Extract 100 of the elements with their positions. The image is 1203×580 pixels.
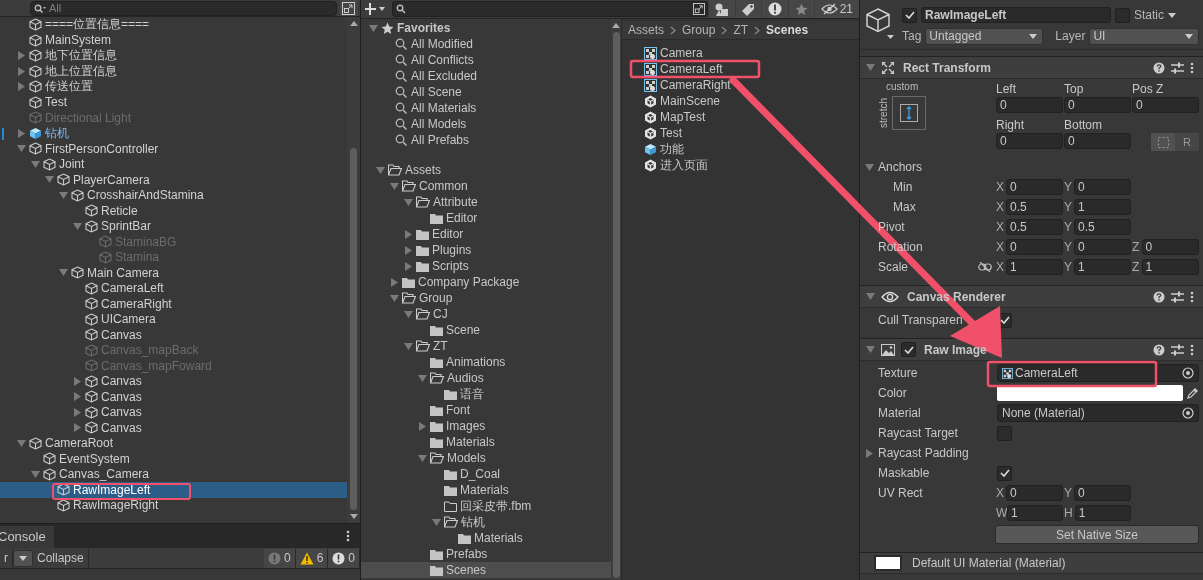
favorite-item[interactable]: All Prefabs [361,132,611,148]
folder-item[interactable]: Font [361,402,611,418]
asset-item[interactable]: 功能 [622,141,859,157]
asset-item[interactable]: CameraLeft [622,61,859,77]
scrollbar[interactable] [347,17,360,523]
favorite-item[interactable]: All Models [361,116,611,132]
number-field[interactable]: 1 [1074,199,1131,215]
number-field[interactable]: 1 [1006,259,1063,275]
eyedropper-icon[interactable] [1187,387,1199,399]
help-icon[interactable] [1153,61,1165,74]
folder-item[interactable]: Attribute [361,194,611,210]
hierarchy-item[interactable]: SprintBar [0,218,347,234]
more-icon[interactable] [346,530,350,542]
hierarchy-item[interactable]: 地上位置信息 [0,63,347,79]
layer-dropdown[interactable]: UI [1089,27,1199,45]
more-icon[interactable] [1190,290,1194,303]
asset-item[interactable]: MapTest [622,109,859,125]
folder-item[interactable]: Company Package [361,274,611,290]
folder-item[interactable]: 回采皮带.fbm [361,498,611,514]
folder-item[interactable]: Prefabs [361,546,611,562]
checkbox[interactable] [997,425,1012,441]
hierarchy-item[interactable]: RawImageRight [0,497,347,513]
folder-item[interactable]: Common [361,178,611,194]
clear-options-button[interactable] [13,549,33,567]
number-field[interactable]: 0 [996,133,1063,149]
folder-item[interactable]: Materials [361,530,611,546]
hierarchy-item[interactable]: CameraLeft [0,280,347,296]
asset-item[interactable]: Test [622,125,859,141]
folder-item[interactable]: Materials [361,482,611,498]
warning-filter-icon[interactable] [761,0,788,18]
number-field[interactable]: 0 [1074,485,1131,501]
number-field[interactable]: 0 [1064,133,1131,149]
presets-icon[interactable] [1171,343,1184,356]
favorite-item[interactable]: All Materials [361,100,611,116]
favorite-item[interactable]: All Modified [361,36,611,52]
folder-item[interactable]: Editor [361,210,611,226]
anchor-preset-button[interactable] [892,96,926,130]
blueprint-mode-button[interactable] [1151,133,1175,151]
breadcrumb-link[interactable]: ZT [733,23,749,37]
hierarchy-item[interactable]: CameraRight [0,296,347,312]
label-icon[interactable] [735,0,761,18]
name-field[interactable]: RawImageLeft [921,7,1111,23]
number-field[interactable]: 0 [1006,179,1063,195]
more-icon[interactable] [1190,343,1194,356]
tag-dropdown[interactable]: Untagged [925,27,1044,45]
help-icon[interactable] [1153,343,1165,356]
hierarchy-item[interactable]: UICamera [0,311,347,327]
presets-icon[interactable] [1171,290,1184,303]
folder-item[interactable]: Group [361,290,611,306]
help-icon[interactable] [1153,290,1165,303]
number-field[interactable]: 0 [1132,97,1199,113]
folder-item[interactable]: Images [361,418,611,434]
scene-view-toggle-icon[interactable] [340,0,358,16]
folder-item[interactable]: Audios [361,370,611,386]
scene-view-toggle-icon[interactable] [692,3,705,15]
favorites-header[interactable]: Favorites [361,20,611,36]
number-field[interactable]: 1 [1007,505,1063,521]
warning-count-button[interactable]: 6 [295,548,329,568]
object-picker-icon[interactable] [1182,367,1194,379]
folder-item[interactable]: Scenes [361,562,611,578]
hierarchy-item[interactable]: CrosshairAndStamina [0,187,347,203]
asset-item[interactable]: 进入页面 [622,157,859,173]
hierarchy-item[interactable]: Canvas [0,420,347,436]
hierarchy-item[interactable]: Canvas [0,327,347,343]
folder-item[interactable]: D_Coal [361,466,611,482]
folder-item[interactable]: Models [361,450,611,466]
material-header[interactable]: Default UI Material (Material) [860,552,1203,574]
hierarchy-item[interactable]: FirstPersonController [0,141,347,157]
folder-item[interactable]: Plugins [361,242,611,258]
number-field[interactable]: 0 [1064,97,1131,113]
folder-item[interactable]: 钻机 [361,514,611,530]
favorite-item[interactable]: All Excluded [361,68,611,84]
asset-item[interactable]: Camera [622,45,859,61]
number-field[interactable]: 0.5 [1006,199,1063,215]
set-native-size-button[interactable]: Set Native Size [995,525,1199,544]
object-picker-icon[interactable] [1182,407,1194,419]
hierarchy-item[interactable]: PlayerCamera [0,172,347,188]
hierarchy-item[interactable]: Canvas [0,404,347,420]
number-field[interactable]: 0 [1006,485,1063,501]
component-header[interactable]: Rect Transform [860,56,1203,79]
hierarchy-item[interactable]: CameraRoot [0,435,347,451]
folder-item[interactable]: Materials [361,434,611,450]
breadcrumb-link[interactable]: Assets [628,23,664,37]
favorite-item[interactable]: All Scene [361,84,611,100]
hierarchy-item[interactable]: 传送位置 [0,79,347,95]
search-field[interactable] [392,1,708,17]
presets-icon[interactable] [1171,61,1184,74]
hierarchy-item[interactable]: Reticle [0,203,347,219]
breadcrumb-link[interactable]: Group [682,23,716,37]
object-field[interactable]: CameraLeft [997,364,1199,382]
number-field[interactable]: 0 [1074,179,1131,195]
static-checkbox[interactable] [1115,7,1130,23]
folder-item[interactable]: Scene [361,322,611,338]
hierarchy-item[interactable]: Test [0,94,347,110]
folder-item[interactable]: Animations [361,354,611,370]
search-field[interactable]: All [30,0,337,16]
info-count-button[interactable]: 0 [263,548,296,568]
folder-item[interactable]: CJ [361,306,611,322]
hierarchy-item[interactable]: Joint [0,156,347,172]
hierarchy-item[interactable]: Main Camera [0,265,347,281]
